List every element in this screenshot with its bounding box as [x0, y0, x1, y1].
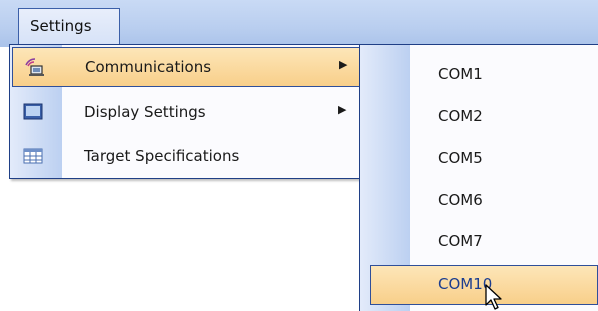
submenu-item-label: COM2 [438, 107, 483, 125]
submenu-item-label: COM1 [438, 65, 483, 83]
submenu-item-com7[interactable]: COM7 [370, 222, 598, 262]
submenu-item-label: COM7 [438, 232, 483, 250]
submenu-item-com1[interactable]: COM1 [370, 55, 598, 95]
menu-item-label: Display Settings [84, 103, 206, 121]
submenu-arrow-icon: ▶ [338, 103, 347, 116]
grid-icon [22, 146, 44, 166]
monitor-icon [22, 102, 44, 122]
submenu-item-label: COM5 [438, 149, 483, 167]
menu-bar: Settings [0, 0, 598, 47]
menu-item-label: Target Specifications [84, 147, 240, 165]
menu-item-label: Communications [85, 58, 212, 76]
settings-menu-label: Settings [30, 17, 92, 35]
communications-submenu: COM1 COM2 COM5 COM6 COM7 COM10 [359, 44, 598, 311]
menu-item-target-specifications[interactable]: Target Specifications [12, 137, 366, 177]
submenu-item-com6[interactable]: COM6 [370, 181, 598, 221]
settings-menu[interactable]: Settings [18, 8, 120, 46]
submenu-item-label: COM6 [438, 191, 483, 209]
mouse-pointer-icon [485, 284, 502, 310]
submenu-item-com5[interactable]: COM5 [370, 139, 598, 179]
submenu-item-com2[interactable]: COM2 [370, 97, 598, 137]
menu-item-display-settings[interactable]: Display Settings ▶ [12, 93, 366, 133]
network-icon [23, 57, 45, 77]
menu-item-communications[interactable]: Communications ▶ [12, 47, 366, 87]
submenu-arrow-icon: ▶ [339, 58, 348, 71]
settings-dropdown: Communications ▶ Display Settings ▶ Targ… [9, 44, 369, 179]
